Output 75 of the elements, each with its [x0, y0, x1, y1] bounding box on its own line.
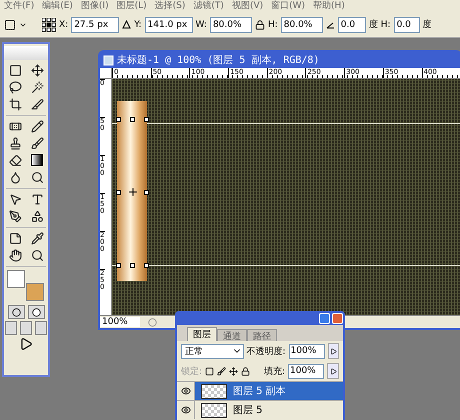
panel-tab[interactable]: 路径 — [247, 329, 277, 341]
crosshair-icon[interactable] — [127, 186, 139, 198]
menu-item[interactable]: 图像(I) — [80, 0, 109, 12]
menu-item[interactable]: 文件(F) — [4, 0, 34, 12]
layer-thumbnail — [201, 402, 227, 418]
x-field[interactable]: 27.5 px — [71, 16, 120, 32]
layer-name: 图层 5 — [233, 404, 263, 417]
menu-item[interactable]: 滤镜(T) — [193, 0, 224, 12]
fill-field[interactable]: 100% — [288, 364, 324, 378]
height-field[interactable]: 80.0% — [280, 16, 323, 32]
skew-label: H: — [380, 20, 391, 30]
reference-point-icon[interactable] — [42, 18, 56, 32]
move-icon[interactable] — [229, 366, 238, 376]
fill-label: 填充: — [264, 366, 285, 378]
layer-thumbnail — [201, 384, 227, 398]
opacity-field[interactable]: 100% — [288, 344, 325, 358]
marquee-icon[interactable] — [4, 18, 16, 30]
menu-item[interactable]: 窗口(W) — [271, 0, 306, 12]
y-label: Y: — [134, 20, 142, 30]
angle-unit: 度 — [368, 18, 378, 31]
foreground-swatch[interactable] — [7, 270, 25, 288]
menu-item[interactable]: 选择(S) — [154, 0, 186, 12]
angle-icon[interactable] — [326, 20, 335, 28]
zoom-field[interactable]: 100% — [100, 317, 140, 327]
standard-mode-button[interactable] — [8, 305, 24, 319]
transform-handle[interactable] — [116, 263, 121, 268]
panel-tab[interactable]: 图层 — [187, 327, 217, 341]
eye-icon — [180, 405, 190, 415]
play-icon — [330, 368, 336, 374]
transform-handle[interactable] — [116, 190, 121, 195]
layer-row[interactable]: 图层 5 — [177, 400, 343, 419]
window-title: 未标题-1 @ 100% (图层 5 副本, RGB/8) — [117, 54, 320, 67]
transform-handle[interactable] — [130, 117, 135, 122]
menu-item[interactable]: 编辑(E) — [42, 0, 73, 12]
width-field[interactable]: 80.0% — [210, 16, 252, 32]
minimize-button[interactable] — [319, 313, 330, 324]
transform-handle[interactable] — [144, 190, 149, 195]
skew-unit: 度 — [422, 18, 432, 31]
panel-tab[interactable]: 通道 — [217, 329, 247, 341]
blend-mode-dropdown[interactable]: 正常 — [181, 344, 244, 358]
triangle-icon[interactable] — [122, 20, 132, 29]
lock-label: 锁定: — [181, 366, 202, 378]
layer-row[interactable]: 图层 5 副本 — [177, 381, 343, 400]
status-icon[interactable] — [148, 318, 157, 326]
lock-icon[interactable] — [241, 366, 250, 376]
arrow-button[interactable] — [328, 343, 339, 359]
link-icon[interactable] — [254, 20, 265, 30]
eye-icon — [180, 386, 190, 396]
w-label: W: — [196, 20, 207, 30]
background-swatch[interactable] — [26, 283, 44, 301]
arrow-button[interactable] — [327, 363, 339, 379]
brush-icon[interactable] — [217, 366, 226, 376]
x-label: X: — [59, 20, 68, 30]
visibility-toggle[interactable] — [177, 382, 195, 400]
menu-item[interactable]: 图层(L) — [116, 0, 147, 12]
close-button[interactable] — [332, 313, 343, 324]
transform-handle[interactable] — [116, 117, 121, 122]
document-icon — [103, 54, 114, 66]
gradient-icon[interactable] — [28, 152, 46, 168]
circle-icon — [32, 308, 40, 316]
transform-handle[interactable] — [130, 263, 135, 268]
play-icon — [330, 348, 337, 354]
y-field[interactable]: 141.0 px — [144, 16, 193, 32]
transform-handle[interactable] — [144, 263, 149, 268]
circle-icon — [12, 308, 20, 316]
skew-field[interactable]: 0.0 — [394, 16, 420, 32]
layer-name: 图层 5 副本 — [233, 384, 286, 398]
menu-item[interactable]: 帮助(H) — [313, 0, 345, 12]
lock-transparency-icon[interactable] — [205, 366, 214, 376]
opacity-label: 不透明度: — [246, 346, 286, 358]
quick-mask-button[interactable] — [28, 305, 44, 319]
h-label: H: — [268, 20, 278, 30]
angle-field[interactable]: 0.0 — [338, 16, 366, 32]
transform-handle[interactable] — [144, 117, 149, 122]
menu-item[interactable]: 视图(V) — [232, 0, 264, 12]
